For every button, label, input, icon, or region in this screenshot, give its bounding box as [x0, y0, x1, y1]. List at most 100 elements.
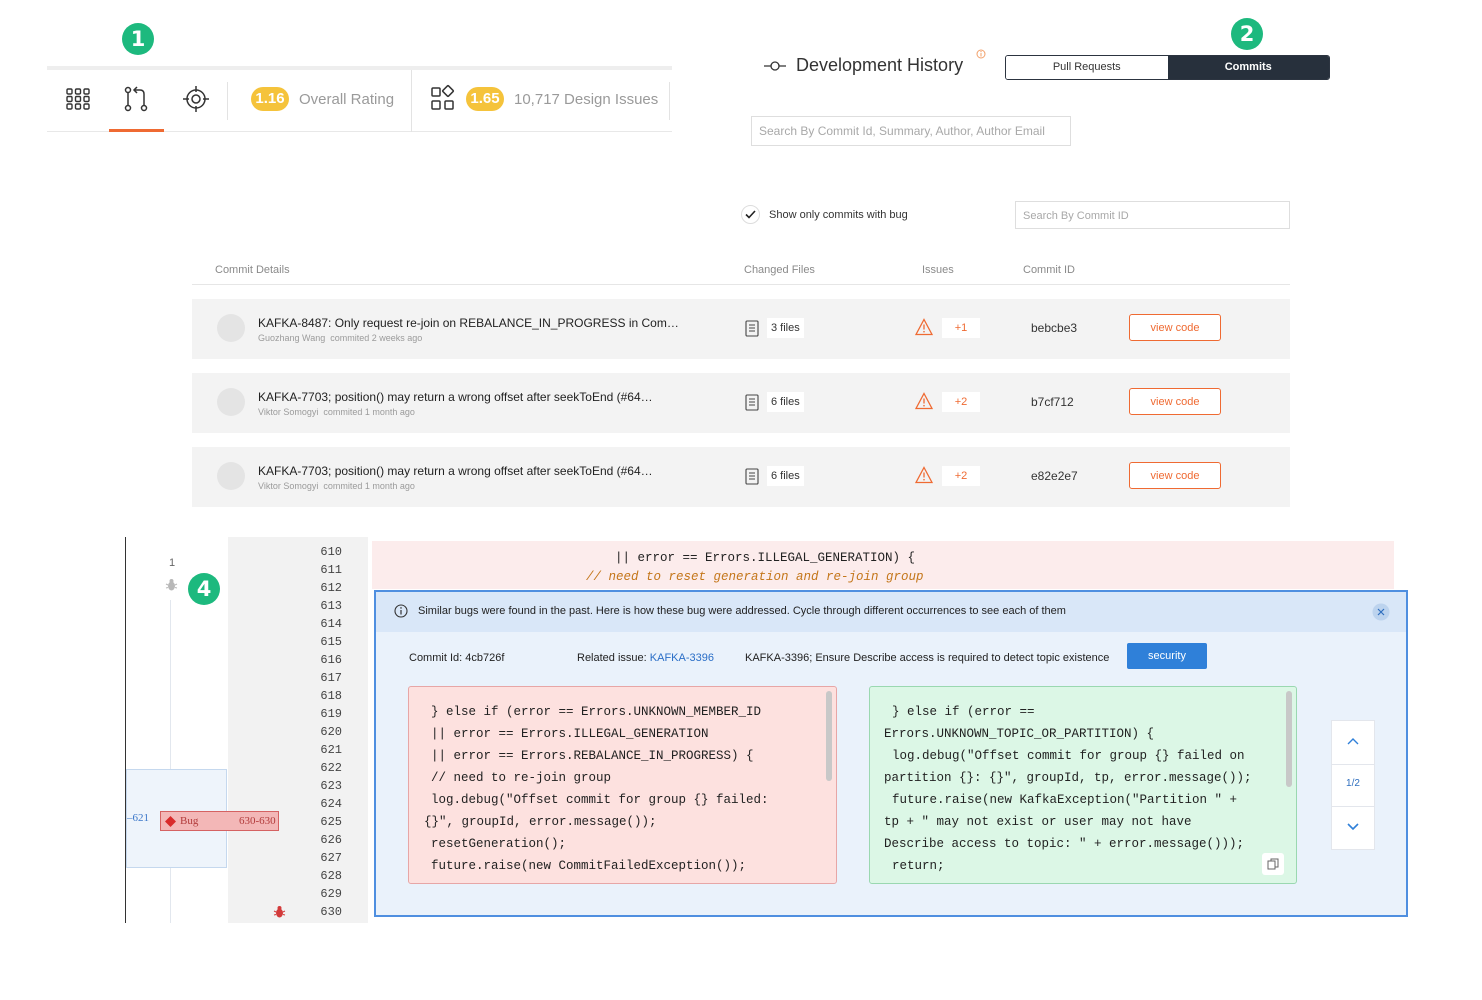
- related-commit-id: Commit Id: 4cb726f: [409, 652, 505, 664]
- close-icon[interactable]: [1372, 603, 1390, 621]
- header-issues: Issues: [922, 264, 954, 276]
- commit-id-search-input[interactable]: Search By Commit ID: [1015, 201, 1290, 229]
- scrollbar[interactable]: [826, 691, 832, 781]
- bug-icon[interactable]: [165, 578, 178, 592]
- chevron-up-icon[interactable]: [1347, 737, 1359, 745]
- line-number: 621: [320, 743, 342, 757]
- chevron-down-icon[interactable]: [1347, 823, 1359, 831]
- checkmark-icon: [745, 210, 756, 219]
- before-code-line: } else if (error == Errors.UNKNOWN_MEMBE…: [431, 705, 762, 719]
- line-number: 615: [320, 635, 342, 649]
- code-line: || error == Errors.ILLEGAL_GENERATION) {: [615, 551, 916, 565]
- step-badge-2: 2: [1231, 18, 1263, 50]
- issues-count: +2: [942, 466, 980, 486]
- commit-search-input[interactable]: Search By Commit Id, Summary, Author, Au…: [751, 116, 1071, 146]
- line-number: 629: [320, 887, 342, 901]
- line-number: 630: [320, 905, 342, 919]
- commit-author-line: Guozhang Wang commited 2 weeks ago: [258, 333, 422, 343]
- design-issues-label[interactable]: 10,717 Design Issues: [514, 91, 658, 108]
- grid-icon[interactable]: [63, 84, 93, 114]
- occurrence-navigator: 1/2: [1331, 720, 1375, 850]
- info-circle-icon: [394, 604, 408, 618]
- line-number: 623: [320, 779, 342, 793]
- view-code-button[interactable]: view code: [1129, 462, 1221, 489]
- changed-files-count[interactable]: 3 files: [767, 318, 804, 338]
- file-icon: [745, 394, 759, 411]
- before-code-line: future.raise(new CommitFailedException()…: [431, 859, 747, 873]
- commit-id: e82e2e7: [1031, 469, 1078, 483]
- commit-title[interactable]: KAFKA-7703; position() may return a wron…: [258, 464, 653, 478]
- line-number: 613: [320, 599, 342, 613]
- history-tab-switch: Pull Requests Commits: [1005, 55, 1330, 80]
- commit-author: Viktor Somogyi: [258, 481, 319, 491]
- header-changed-files: Changed Files: [744, 264, 815, 276]
- table-header-divider: [192, 284, 1290, 285]
- header-commit-details: Commit Details: [215, 264, 290, 276]
- bug-count: 1: [169, 557, 176, 569]
- design-components-icon[interactable]: [428, 84, 458, 114]
- occurrence-pager: 1/2: [1346, 778, 1360, 789]
- git-pull-request-icon: [124, 86, 148, 112]
- commit-time: commited 2 weeks ago: [330, 333, 423, 343]
- tab-pull-requests[interactable]: Pull Requests: [1006, 56, 1168, 79]
- avatar: [217, 462, 245, 490]
- after-code-line: Describe access to topic: " + error.mess…: [884, 837, 1245, 851]
- after-code-line: } else if (error ==: [892, 705, 1035, 719]
- line-number: 622: [320, 761, 342, 775]
- before-code-line: log.debug("Offset commit for group {} fa…: [431, 793, 769, 807]
- commit-time: commited 1 month ago: [323, 481, 415, 491]
- after-code-line: tp + " may not exist or user may not hav…: [884, 815, 1192, 829]
- after-code-panel: } else if (error == Errors.UNKNOWN_TOPIC…: [869, 686, 1297, 884]
- commit-author-line: Viktor Somogyi commited 1 month ago: [258, 481, 415, 491]
- tab-pull-request[interactable]: [109, 70, 164, 132]
- bug-marker[interactable]: Bug 630-630: [160, 811, 279, 831]
- copy-button[interactable]: [1262, 853, 1284, 875]
- line-number: 626: [320, 833, 342, 847]
- before-code-line: {}", groupId, error.message());: [424, 815, 657, 829]
- security-tag[interactable]: security: [1127, 643, 1207, 669]
- changed-files-count[interactable]: 6 files: [767, 466, 804, 486]
- commit-time: commited 1 month ago: [323, 407, 415, 417]
- before-code-panel: } else if (error == Errors.UNKNOWN_MEMBE…: [408, 686, 837, 884]
- target-icon[interactable]: [181, 84, 211, 114]
- related-issue: Related issue: KAFKA-3396: [577, 652, 714, 664]
- after-code-line: future.raise(new KafkaException("Partiti…: [892, 793, 1238, 807]
- warning-icon: [915, 466, 933, 484]
- before-code-line: // need to re-join group: [431, 771, 612, 785]
- line-number: 616: [320, 653, 342, 667]
- warning-icon: [915, 392, 933, 410]
- show-bug-commits-checkbox[interactable]: [741, 205, 760, 224]
- related-issue-summary: KAFKA-3396; Ensure Describe access is re…: [745, 652, 1110, 664]
- bug-marker-range: 630-630: [239, 815, 276, 827]
- before-code-line: resetGeneration();: [431, 837, 567, 851]
- issues-count: +1: [942, 318, 980, 338]
- line-number-gutter: [228, 537, 368, 923]
- changed-files-count[interactable]: 6 files: [767, 392, 804, 412]
- bug-icon-red[interactable]: [273, 905, 286, 919]
- view-code-button[interactable]: view code: [1129, 314, 1221, 341]
- commit-title[interactable]: KAFKA-8487: Only request re-join on REBA…: [258, 316, 679, 330]
- after-code-line: log.debug("Offset commit for group {} fa…: [892, 749, 1245, 763]
- scrollbar[interactable]: [1286, 691, 1292, 787]
- line-number: 611: [320, 563, 342, 577]
- code-comment-line: // need to reset generation and re-join …: [586, 570, 924, 584]
- warning-icon: [915, 318, 933, 336]
- avatar: [217, 388, 245, 416]
- line-number: 617: [320, 671, 342, 685]
- line-number: 627: [320, 851, 342, 865]
- line-number: 614: [320, 617, 342, 631]
- tab-commits[interactable]: Commits: [1167, 56, 1329, 79]
- commit-icon: [764, 61, 786, 71]
- line-number: 619: [320, 707, 342, 721]
- line-number: 610: [320, 545, 342, 559]
- show-bug-commits-label[interactable]: Show only commits with bug: [769, 209, 908, 221]
- view-code-button[interactable]: view code: [1129, 388, 1221, 415]
- line-number: 620: [320, 725, 342, 739]
- diamond-icon: [165, 816, 176, 827]
- commit-id: bebcbe3: [1031, 321, 1078, 335]
- overall-rating-label[interactable]: Overall Rating: [299, 91, 394, 108]
- related-issue-link[interactable]: KAFKA-3396: [650, 652, 714, 664]
- commit-title[interactable]: KAFKA-7703; position() may return a wron…: [258, 390, 653, 404]
- info-icon[interactable]: [976, 49, 986, 59]
- header-commit-id: Commit ID: [1023, 264, 1075, 276]
